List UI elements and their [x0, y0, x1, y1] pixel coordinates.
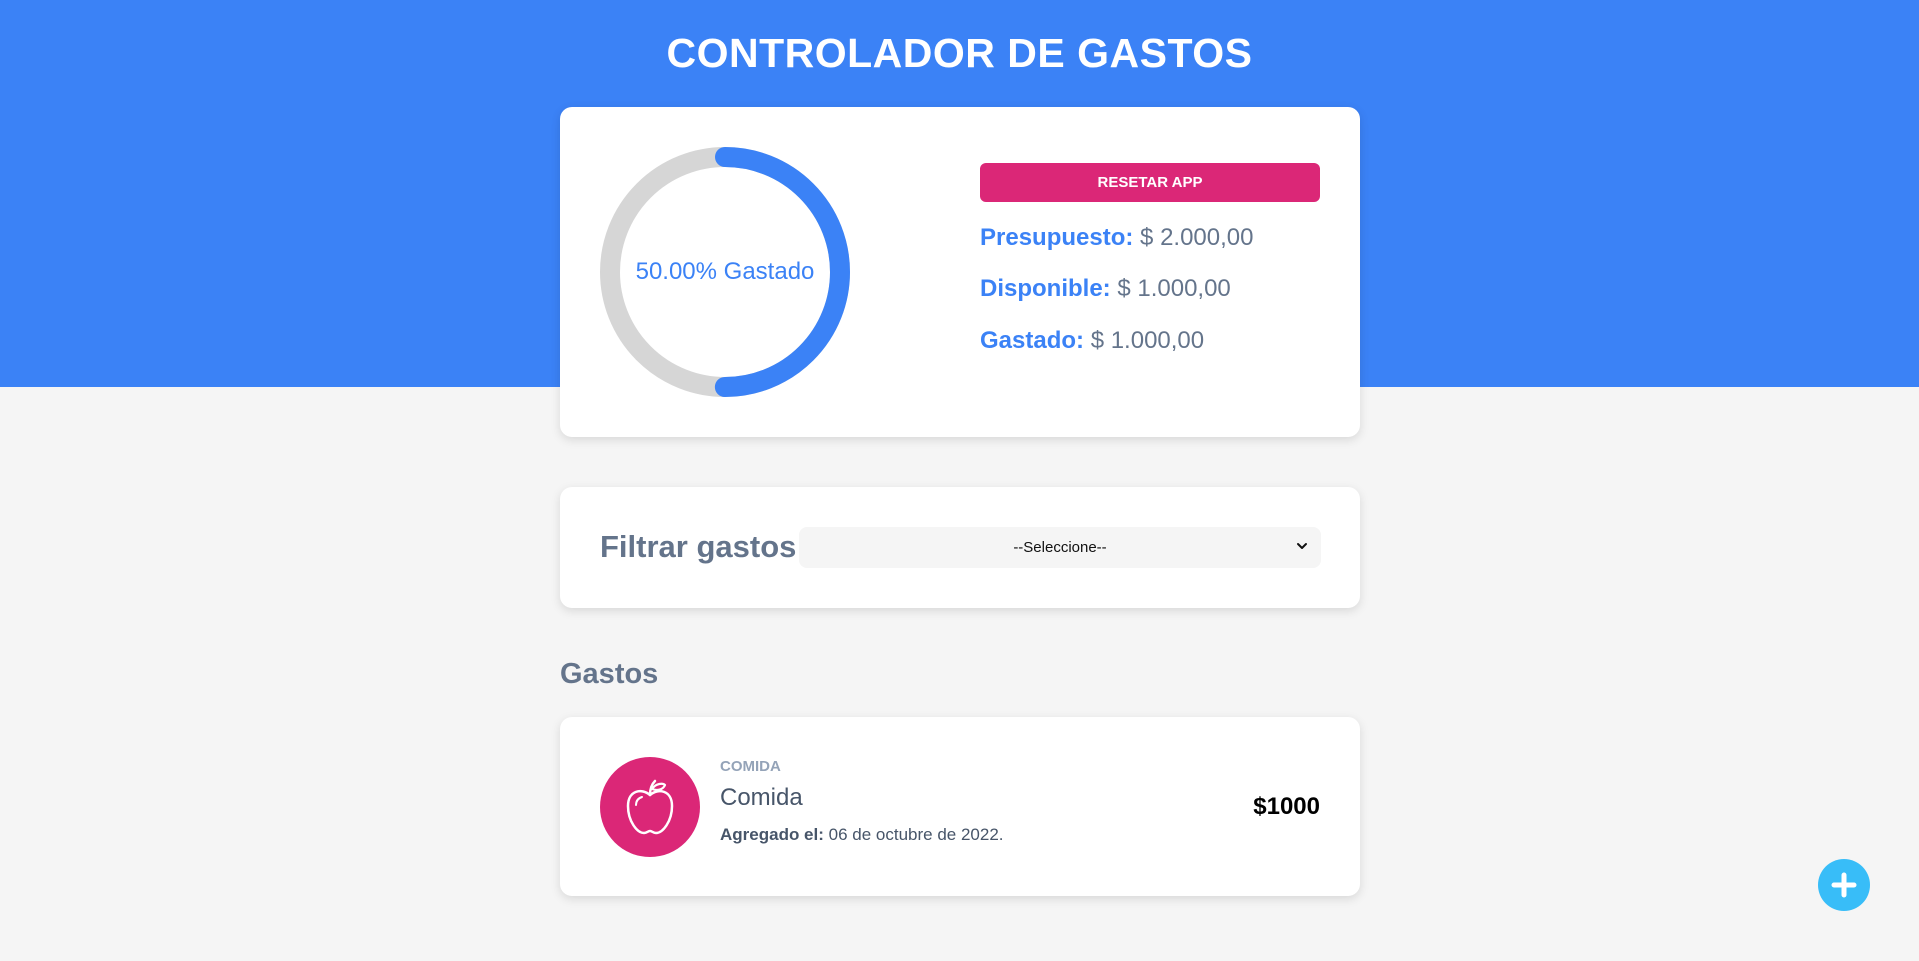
expense-amount: $1000: [1253, 793, 1320, 820]
add-expense-button[interactable]: [1818, 859, 1870, 911]
plus-icon: [1831, 872, 1857, 898]
available-stat-value: $ 1.000,00: [1117, 275, 1231, 302]
expense-date-label: Agregado el:: [720, 825, 824, 844]
reset-app-button[interactable]: RESETAR APP: [980, 163, 1320, 202]
spent-stat-label: Gastado:: [980, 327, 1085, 354]
budget-stat-label: Presupuesto:: [980, 224, 1134, 251]
spent-stat-value: $ 1.000,00: [1090, 327, 1205, 354]
apple-icon: [626, 779, 674, 835]
available-stat: Disponible: $ 1.000,00: [980, 275, 1231, 303]
progress-label-wrap: 50.00% Gastado: [600, 147, 850, 397]
expense-name: Comida: [720, 784, 803, 811]
budget-stat: Presupuesto: $ 2.000,00: [980, 224, 1253, 252]
filter-select-value: --Seleccione--: [1013, 539, 1107, 556]
budget-card: 50.00% Gastado RESETAR APP Presupuesto: …: [560, 107, 1360, 437]
budget-stat-value: $ 2.000,00: [1140, 224, 1254, 251]
available-stat-label: Disponible:: [980, 275, 1111, 302]
expense-date-value: 06 de octubre de 2022.: [828, 825, 1004, 844]
progress-circle: 50.00% Gastado: [600, 147, 850, 397]
expense-category: COMIDA: [720, 758, 781, 775]
chevron-down-icon: [1297, 543, 1307, 549]
filter-card: Filtrar gastos --Seleccione--: [560, 487, 1360, 608]
spent-stat: Gastado: $ 1.000,00: [980, 327, 1204, 355]
expense-date: Agregado el: 06 de octubre de 2022.: [720, 825, 1004, 845]
expense-item[interactable]: COMIDA Comida Agregado el: 06 de octubre…: [560, 717, 1360, 896]
filter-label: Filtrar gastos: [600, 529, 797, 564]
app-title: CONTROLADOR DE GASTOS: [666, 30, 1253, 76]
filter-select[interactable]: --Seleccione--: [799, 527, 1321, 568]
expenses-title: Gastos: [560, 658, 659, 690]
expense-category-badge: [600, 757, 700, 857]
progress-label: 50.00% Gastado: [635, 258, 815, 285]
